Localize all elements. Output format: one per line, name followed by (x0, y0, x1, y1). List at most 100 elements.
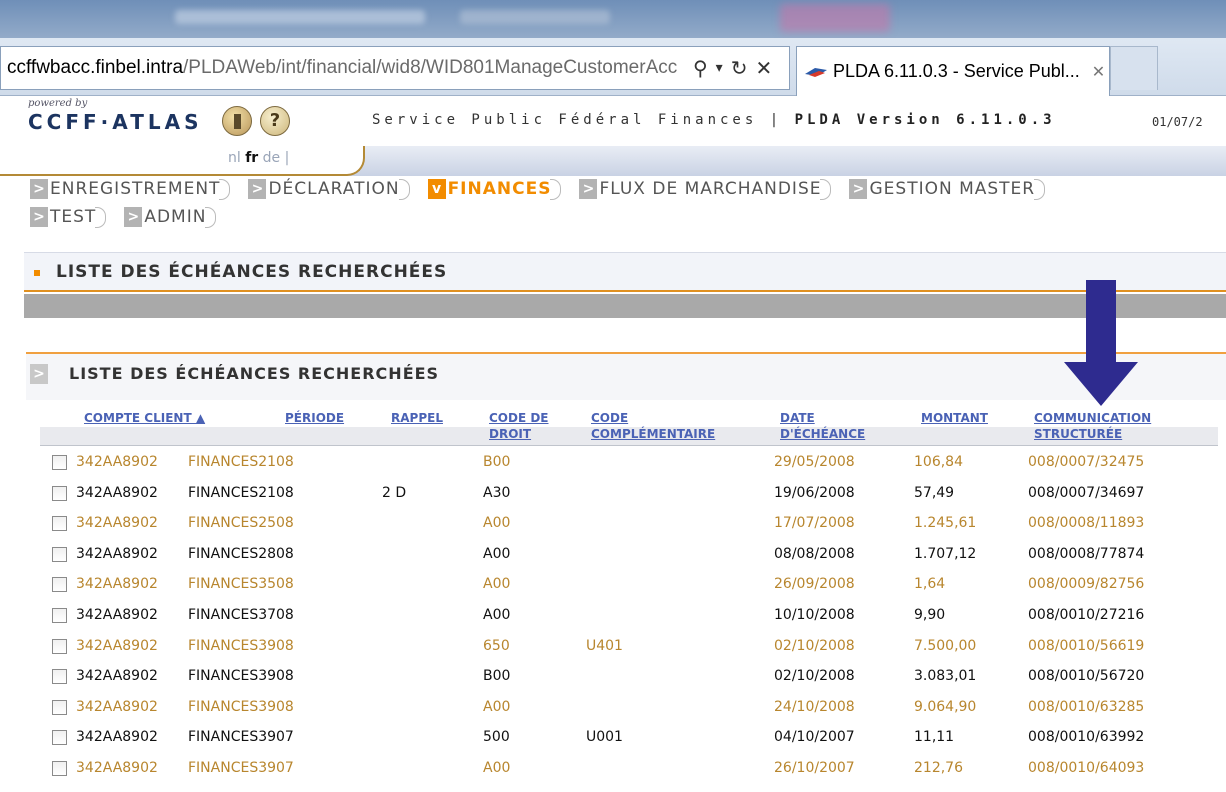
browser-title-bar (0, 0, 1226, 38)
browser-tab[interactable]: PLDA 6.11.0.3 - Service Publ... ✕ (796, 46, 1110, 96)
cell-date: 26/10/2007 (774, 760, 855, 776)
row-checkbox[interactable] (52, 577, 67, 593)
menu-label: TEST (50, 207, 97, 227)
cell-montant: 3.083,01 (914, 668, 977, 685)
menu-row-1: > ENREGISTREMENT > DÉCLARATION v FINANCE… (30, 178, 1053, 200)
new-tab-button[interactable] (1110, 46, 1158, 90)
row-checkbox[interactable] (52, 699, 67, 715)
row-checkbox[interactable] (52, 761, 67, 776)
ccff-atlas-logo: CCFF·ATLAS (28, 110, 203, 134)
search-icon[interactable]: ⚲ (693, 56, 708, 80)
lang-de[interactable]: de (263, 150, 281, 166)
table-row[interactable]: 342AA8902 FINANCES2108 B00 29/05/2008 106,84… (40, 448, 1218, 478)
table-row[interactable]: 342AA8902 FINANCES3908 B00 02/10/2008 3.083,… (40, 662, 1218, 692)
header-communication[interactable]: COMMUNICATION STRUCTURÉE (1034, 410, 1151, 442)
menu-test[interactable]: > TEST (30, 206, 107, 228)
row-checkbox[interactable] (52, 485, 67, 501)
menu-flux-de-marchandise[interactable]: > FLUX DE MARCHANDISE (579, 178, 832, 200)
close-icon[interactable]: ✕ (755, 56, 772, 80)
header-compte-client[interactable]: COMPTE CLIENT ▲ (84, 410, 205, 426)
header-date: 01/07/2 (1152, 115, 1203, 129)
cell-compte: 342AA8902 (76, 576, 158, 593)
cell-date: 02/10/2008 (774, 637, 855, 654)
header-line: COMPLÉMENTAIRE (591, 427, 716, 441)
tab-close-icon[interactable]: ✕ (1092, 62, 1105, 81)
title-blur (175, 10, 425, 24)
cell-compte: 342AA8902 (76, 729, 158, 746)
row-checkbox[interactable] (52, 546, 67, 562)
table-row[interactable]: 342AA8902 FINANCES2108 2 D A30 19/06/2008 57,… (40, 479, 1218, 509)
menu-label: ENREGISTREMENT (50, 179, 221, 199)
table-row[interactable]: 342AA8902 FINANCES3508 A00 26/09/2008 1,64 00… (40, 570, 1218, 600)
table-row[interactable]: 342AA8902 FINANCES3907 500 U001 04/10/2007 11… (40, 723, 1218, 753)
cell-comm: 008/0008/77874 (1028, 545, 1145, 562)
table-row[interactable]: 342AA8902 FINANCES2808 A00 08/08/2008 1.707,… (40, 540, 1218, 570)
cell-comm: 008/0010/63285 (1028, 698, 1145, 715)
menu-row-2: > TEST > ADMIN (30, 206, 224, 228)
row-checkbox[interactable] (52, 669, 67, 685)
cell-montant: 1.707,12 (914, 545, 977, 562)
header-line: DROIT (489, 427, 532, 441)
chevron-right-icon[interactable]: > (30, 364, 48, 384)
address-bar[interactable]: ccffwbacc.finbel.intra/PLDAWeb/int/finan… (0, 46, 790, 90)
cell-montant: 1,64 (914, 576, 946, 593)
cell-compte: 342AA8902 (76, 454, 158, 470)
cell-comm: 008/0010/64093 (1028, 760, 1145, 776)
cell-periode: FINANCES2508 (188, 515, 294, 532)
menu-admin[interactable]: > ADMIN (124, 206, 217, 228)
cell-periode: FINANCES3908 (188, 698, 294, 715)
cell-droit: A30 (483, 484, 511, 501)
cell-periode: FINANCES3907 (188, 729, 294, 746)
cell-date: 08/08/2008 (774, 545, 855, 562)
menu-declaration[interactable]: > DÉCLARATION (248, 178, 410, 200)
header-periode[interactable]: PÉRIODE (285, 410, 344, 426)
title-blur (780, 4, 890, 32)
table-row[interactable]: 342AA8902 FINANCES3708 A00 10/10/2008 9,90 00… (40, 601, 1218, 631)
refresh-icon[interactable]: ↻ (731, 56, 748, 80)
cell-periode: FINANCES3907 (188, 760, 294, 776)
lang-nl[interactable]: nl (228, 150, 241, 166)
chevron-right-icon: > (248, 179, 267, 199)
row-checkbox[interactable] (52, 638, 67, 654)
service-name: Service Public Fédéral Finances | (372, 112, 795, 128)
table-header-divider (40, 445, 1218, 446)
row-checkbox[interactable] (52, 608, 67, 623)
cell-comm: 008/0010/56619 (1028, 637, 1145, 654)
chevron-down-icon[interactable]: ▾ (716, 60, 723, 76)
menu-enregistrement[interactable]: > ENREGISTREMENT (30, 178, 231, 200)
cell-droit: A00 (483, 698, 511, 715)
header-code-complementaire[interactable]: CODE COMPLÉMENTAIRE (591, 410, 715, 442)
version-label: PLDA Version 6.11.0.3 (794, 112, 1056, 128)
table-row[interactable]: 342AA8902 FINANCES2508 A00 17/07/2008 1.245,… (40, 509, 1218, 539)
cell-montant: 9,90 (914, 607, 946, 623)
cell-montant: 212,76 (914, 760, 963, 776)
cell-montant: 9.064,90 (914, 698, 977, 715)
cell-periode: FINANCES2108 (188, 454, 294, 470)
cell-montant: 1.245,61 (914, 515, 977, 532)
header-montant[interactable]: MONTANT (921, 410, 988, 426)
header-rappel[interactable]: RAPPEL (391, 410, 443, 426)
app-emblem-icon[interactable] (222, 106, 252, 136)
table-row[interactable]: 342AA8902 FINANCES3907 A00 26/10/2007 212,76… (40, 754, 1218, 784)
panel-title-bar[interactable]: > LISTE DES ÉCHÉANCES RECHERCHÉES (26, 354, 1226, 400)
main-menu: > ENREGISTREMENT > DÉCLARATION v FINANCE… (0, 178, 1226, 230)
cell-compte: 342AA8902 (76, 668, 158, 685)
help-icon[interactable]: ? (260, 106, 290, 136)
table-row[interactable]: 342AA8902 FINANCES3908 A00 24/10/2008 9.064,… (40, 693, 1218, 723)
row-checkbox[interactable] (52, 455, 67, 470)
row-checkbox[interactable] (52, 516, 67, 532)
cell-compte: 342AA8902 (76, 515, 158, 532)
cell-date: 10/10/2008 (774, 607, 855, 623)
menu-gestion-master[interactable]: > GESTION MASTER (849, 178, 1045, 200)
header-code-droit[interactable]: CODE DE DROIT (489, 410, 549, 442)
menu-label: FLUX DE MARCHANDISE (599, 179, 822, 199)
table-row[interactable]: 342AA8902 FINANCES3908 650 U401 02/10/2008 7.… (40, 632, 1218, 662)
cell-compte: 342AA8902 (76, 760, 158, 776)
cell-comm: 008/0009/82756 (1028, 576, 1145, 593)
menu-label: ADMIN (144, 207, 207, 227)
row-checkbox[interactable] (52, 730, 67, 746)
lang-fr[interactable]: fr (245, 150, 258, 166)
header-date-echeance[interactable]: DATE D'ÉCHÉANCE (780, 410, 865, 442)
menu-finances[interactable]: v FINANCES (427, 178, 562, 200)
cell-montant: 57,49 (914, 484, 955, 501)
